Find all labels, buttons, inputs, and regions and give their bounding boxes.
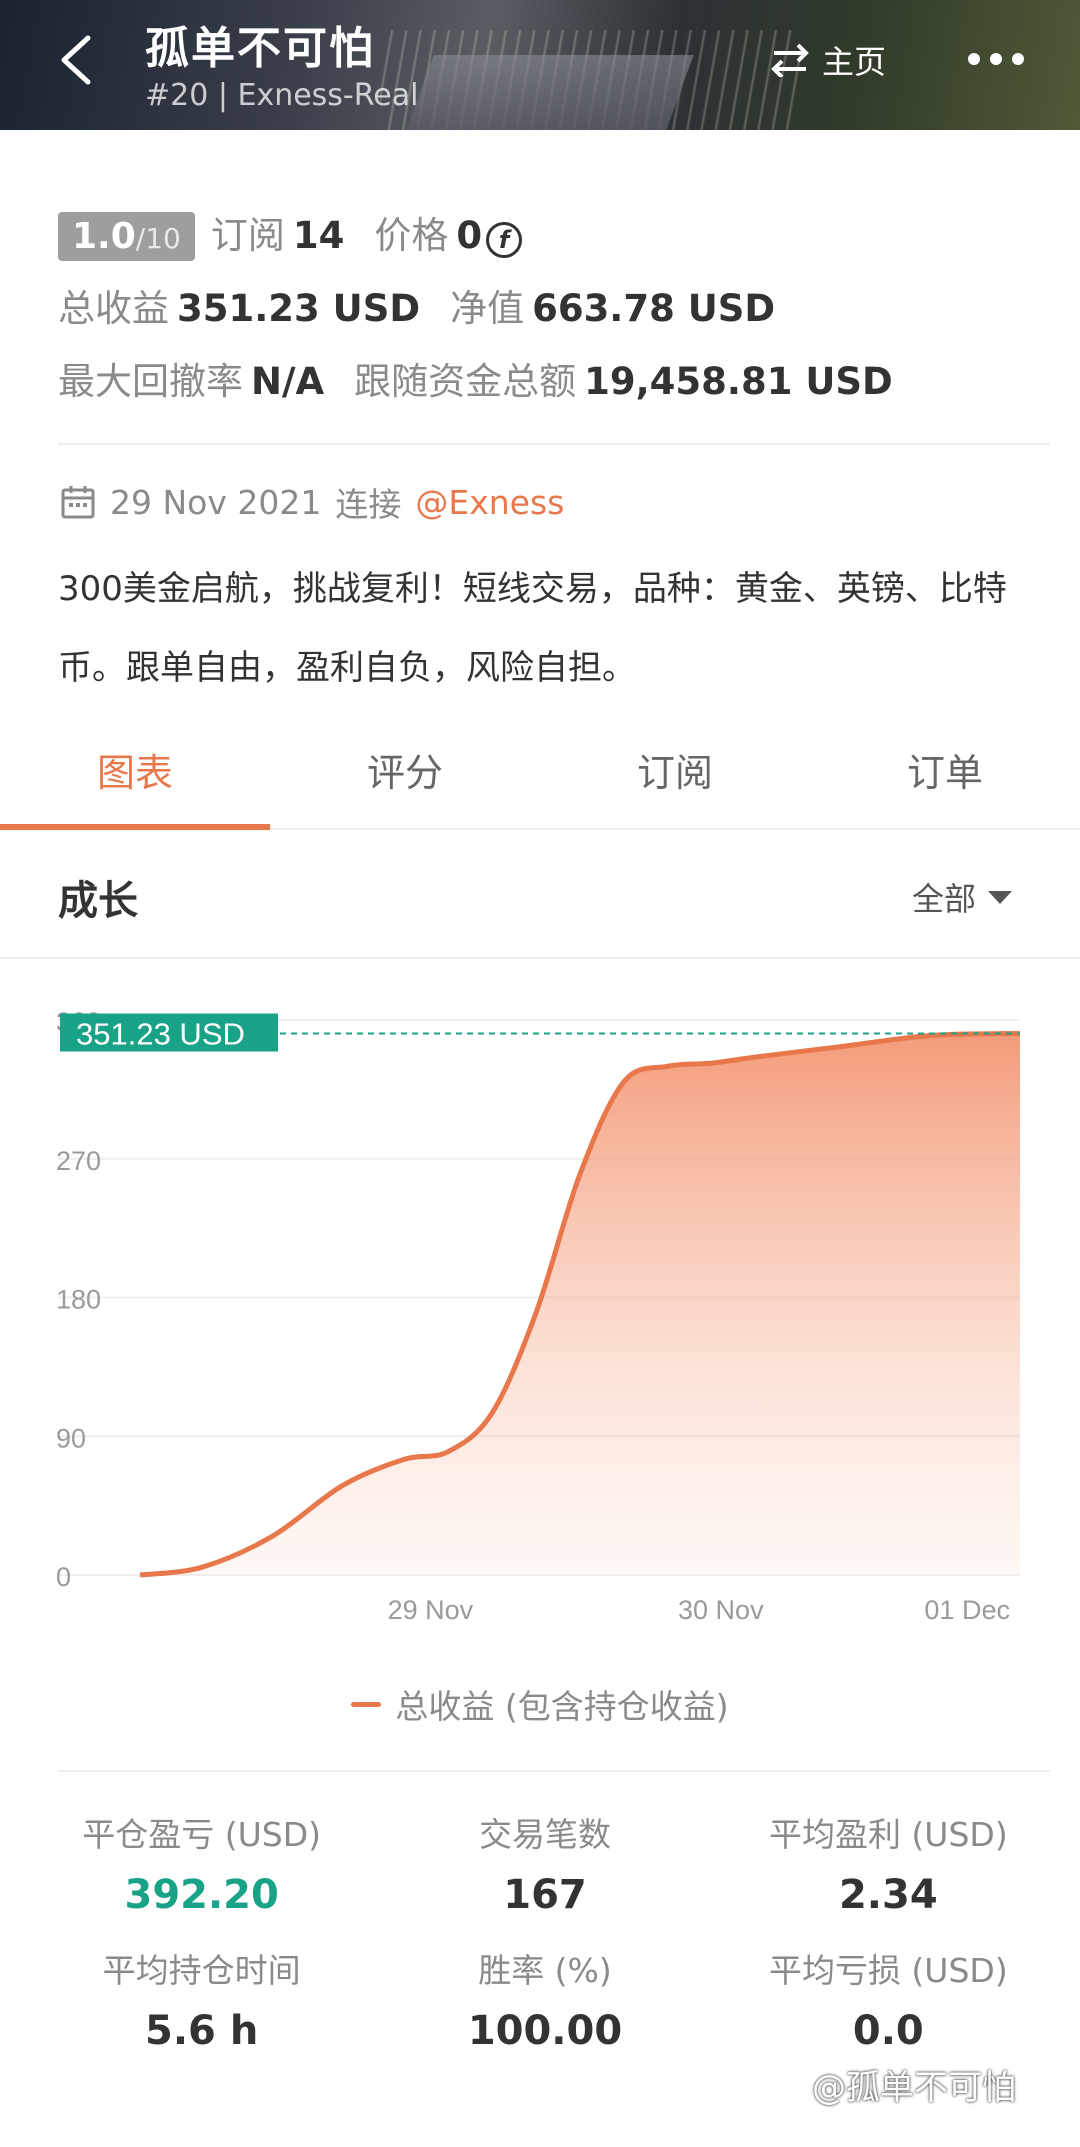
metric-label: 平均盈利 (USD) xyxy=(768,1815,1008,1854)
calendar-icon xyxy=(61,486,95,519)
joined-date: 29 Nov 2021 xyxy=(110,482,322,522)
metric-label: 平均亏损 (USD) xyxy=(768,1951,1008,1990)
follow-funds-value: 19,458.81 USD xyxy=(584,360,893,403)
rating-value: 1.0 xyxy=(72,216,136,257)
metric-win-rate: 胜率 (%) 100.00 xyxy=(373,1948,716,2054)
total-profit-value: 351.23 USD xyxy=(177,287,421,330)
strategy-description: 300美金启航，挑战复利！短线交易，品种：黄金、英镑、比特币。跟单自由，盈利自负… xyxy=(58,569,1007,688)
stats-row-profit: 总收益 351.23 USD 净值 663.78 USD xyxy=(58,278,1048,351)
range-filter-dropdown[interactable]: 全部 xyxy=(912,874,1013,920)
metrics-grid: 平仓盈亏 (USD) 392.20 交易笔数 167 平均盈利 (USD) 2.… xyxy=(30,1812,1060,2054)
tab-bar: 图表 评分 订阅 订单 xyxy=(0,730,1080,830)
divider xyxy=(58,443,1050,445)
range-filter-label: 全部 xyxy=(912,880,977,918)
metric-avg-holding-time: 平均持仓时间 5.6 h xyxy=(30,1948,373,2054)
metric-value: 167 xyxy=(503,1872,587,1918)
metric-value: 2.34 xyxy=(838,1872,938,1918)
dot-icon xyxy=(990,53,1002,65)
y-tick-label: 90 xyxy=(56,1423,86,1453)
current-value-label: 351.23 USD xyxy=(76,1017,245,1052)
metric-label: 平均持仓时间 xyxy=(102,1951,301,1990)
max-drawdown-value: N/A xyxy=(251,360,325,403)
legend-label: 总收益 (包含持仓收益) xyxy=(395,1687,729,1726)
rating-badge: 1.0 /10 xyxy=(58,212,195,261)
y-tick-label: 270 xyxy=(56,1146,101,1176)
metric-value: 392.20 xyxy=(124,1872,279,1918)
stats-block: 1.0 /10 订阅 14 价格 0 f 总收益 351.23 USD 净值 6… xyxy=(58,205,1048,424)
coin-icon: f xyxy=(486,222,523,258)
tab-rating[interactable]: 评分 xyxy=(270,730,540,828)
x-tick-label: 01 Dec xyxy=(924,1595,1010,1625)
page-subtitle: #20 | Exness-Real xyxy=(145,78,419,113)
divider xyxy=(58,1770,1050,1772)
metric-value: 0.0 xyxy=(852,2008,924,2054)
rating-max: /10 xyxy=(135,222,181,255)
metric-label: 交易笔数 xyxy=(478,1815,611,1854)
home-label: 主页 xyxy=(822,43,887,81)
subscribe-count: 14 xyxy=(292,214,345,257)
joined-info: 29 Nov 2021 连接 @Exness xyxy=(60,478,564,526)
header-banner: 孤单不可怕 #20 | Exness-Real 主页 xyxy=(0,0,1080,130)
series-area xyxy=(140,1033,1020,1575)
section-title: 成长 xyxy=(58,878,138,924)
more-menu-button[interactable] xyxy=(968,44,1038,74)
legend-swatch xyxy=(351,1701,382,1707)
divider xyxy=(0,957,1080,959)
tab-chart[interactable]: 图表 xyxy=(0,730,270,830)
tab-subscribe[interactable]: 订阅 xyxy=(540,730,810,828)
stats-row-drawdown: 最大回撤率 N/A 跟随资金总额 19,458.81 USD xyxy=(58,351,1048,424)
watermark-text: @孤单不可怕 xyxy=(812,2068,1016,2108)
home-button[interactable]: 主页 xyxy=(770,38,886,82)
tab-orders[interactable]: 订单 xyxy=(810,730,1080,828)
page-title: 孤单不可怕 xyxy=(145,23,375,74)
x-tick-label: 30 Nov xyxy=(678,1595,764,1625)
dot-icon xyxy=(1012,53,1024,65)
x-tick-label: 29 Nov xyxy=(388,1595,474,1625)
max-drawdown-label: 最大回撤率 xyxy=(58,360,243,403)
back-arrow-icon xyxy=(61,35,91,85)
total-profit-label: 总收益 xyxy=(58,287,169,330)
caret-down-icon xyxy=(988,891,1013,904)
metric-closed-pnl: 平仓盈亏 (USD) 392.20 xyxy=(30,1812,373,1918)
y-tick-label: 180 xyxy=(56,1285,101,1315)
subscribe-label: 订阅 xyxy=(210,214,285,257)
joined-connect-label: 连接 xyxy=(335,485,402,524)
equity-label: 净值 xyxy=(450,287,525,330)
broker-link[interactable]: @Exness xyxy=(415,483,564,522)
growth-chart: 090180270360 29 Nov30 Nov01 Dec 351.23 U… xyxy=(56,1007,1021,1625)
metric-avg-profit: 平均盈利 (USD) 2.34 xyxy=(717,1812,1060,1918)
metric-label: 胜率 (%) xyxy=(478,1951,612,1990)
stats-row-rating: 1.0 /10 订阅 14 价格 0 f xyxy=(58,205,1048,278)
metric-trade-count: 交易笔数 167 xyxy=(373,1812,716,1918)
metric-value: 100.00 xyxy=(467,2008,623,2054)
back-button[interactable] xyxy=(50,30,110,90)
equity-value: 663.78 USD xyxy=(532,287,776,330)
y-tick-label: 0 xyxy=(56,1562,71,1592)
price-label: 价格 xyxy=(374,214,449,257)
metric-avg-loss: 平均亏损 (USD) 0.0 xyxy=(717,1948,1060,2054)
metric-label: 平仓盈亏 (USD) xyxy=(82,1815,322,1854)
follow-funds-label: 跟随资金总额 xyxy=(354,360,577,403)
chart-legend: 总收益 (包含持仓收益) xyxy=(0,1680,1080,1728)
watermark: @孤单不可怕 xyxy=(812,2060,1016,2109)
swap-icon xyxy=(771,43,809,77)
metric-value: 5.6 h xyxy=(145,2008,259,2054)
price-value: 0 xyxy=(456,214,483,257)
banner-background-walkway xyxy=(406,55,694,130)
dot-icon xyxy=(968,53,980,65)
